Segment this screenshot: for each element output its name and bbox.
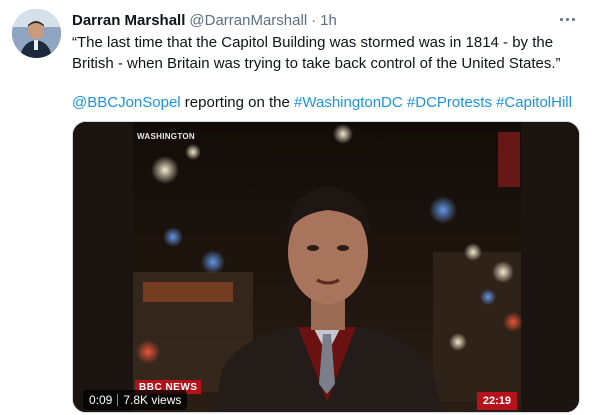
avatar[interactable] — [12, 9, 61, 58]
badge-divider — [117, 394, 119, 406]
tweet-time[interactable]: 1h — [320, 12, 337, 29]
video-stats-badge: 0:09 7.8K views — [83, 390, 188, 410]
tweet[interactable]: Darran Marshall @DarranMarshall · 1h “Th… — [0, 0, 592, 415]
hashtag-dcprotests[interactable]: #DCProtests — [407, 94, 492, 111]
location-caption: WASHINGTON — [137, 132, 195, 141]
tweet-text: “The last time that the Capitol Building… — [72, 34, 561, 72]
separator-dot: · — [311, 12, 317, 29]
tweet-mentions-line: @BBCJonSopel reporting on the #Washingto… — [72, 92, 572, 113]
hashtag-capitolhill[interactable]: #CapitolHill — [496, 94, 572, 111]
mention-link[interactable]: @BBCJonSopel — [72, 94, 181, 111]
tweet-header: Darran Marshall @DarranMarshall · 1h — [72, 12, 337, 32]
video-views: 7.8K views — [123, 393, 182, 407]
mention-text: reporting on the — [180, 94, 295, 111]
broadcast-clock: 22:19 — [476, 392, 517, 410]
more-dots-icon[interactable] — [554, 8, 580, 30]
video-frame — [73, 122, 579, 412]
hashtag-washingtondc[interactable]: #WashingtonDC — [294, 94, 403, 111]
video-player[interactable]: WASHINGTON BBC NEWS 22:19 0:09 7.8K view… — [72, 121, 580, 413]
author-name[interactable]: Darran Marshall — [72, 12, 185, 29]
video-duration: 0:09 — [89, 393, 113, 407]
author-handle[interactable]: @DarranMarshall — [189, 12, 307, 29]
